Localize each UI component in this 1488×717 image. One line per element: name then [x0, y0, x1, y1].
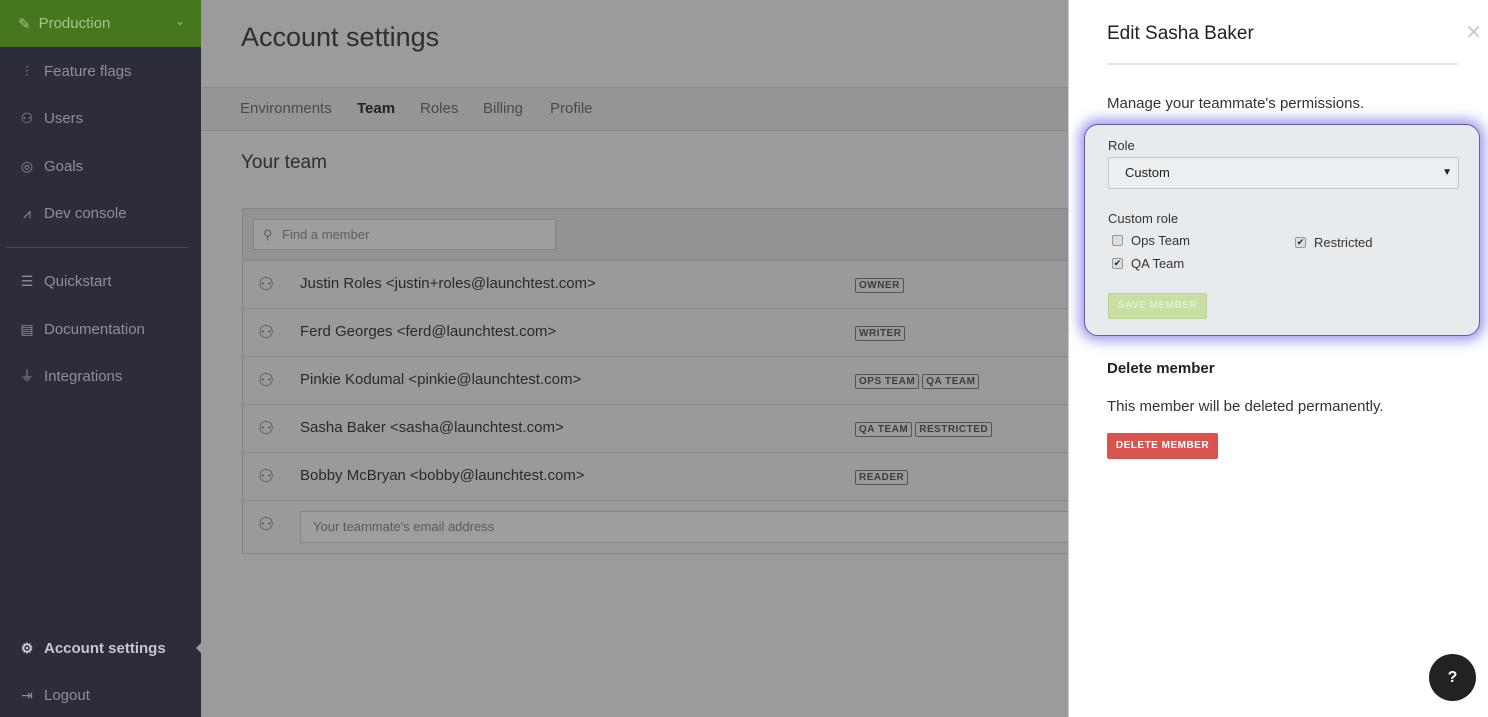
leaf-icon: ✎: [18, 15, 31, 33]
delete-heading: Delete member: [1107, 360, 1215, 377]
environment-label: Production: [38, 15, 111, 32]
checkbox-ops-team[interactable]: Ops Team: [1112, 233, 1190, 248]
edit-member-panel: Edit Sasha Baker ✕ Manage your teammate'…: [1068, 0, 1488, 717]
user-icon: ⚇: [258, 322, 275, 342]
sidebar-item-users[interactable]: ⚇ Users: [0, 103, 201, 133]
environment-selector[interactable]: ✎ Production ⌄: [0, 0, 201, 47]
member-name: Sasha Baker <sasha@launchtest.com>: [300, 419, 564, 436]
team-table: ⚲ Find a member ⚇ Justin Roles <justin+rol…: [242, 208, 1080, 554]
delete-description: This member will be deleted permanently.: [1107, 398, 1384, 415]
invite-email-input[interactable]: Your teammate's email address: [300, 511, 1080, 543]
role-badge: RESTRICTED: [915, 422, 993, 437]
logout-icon: ⇥: [21, 686, 33, 703]
gear-icon: ⚙: [20, 639, 34, 656]
role-label: Role: [1108, 138, 1135, 153]
checkbox-icon: [1112, 235, 1123, 246]
sidebar-divider: [6, 247, 188, 248]
table-row[interactable]: ⚇ Justin Roles <justin+roles@launchtest.c…: [243, 261, 1071, 309]
sidebar-item-account-settings[interactable]: ⚙ Account settings: [0, 633, 201, 663]
sidebar-item-documentation[interactable]: ▤ Documentation: [0, 314, 201, 344]
member-search-input[interactable]: ⚲ Find a member: [253, 219, 556, 250]
sidebar-item-label: Dev console: [44, 204, 127, 222]
sidebar-item-label: Quickstart: [44, 272, 112, 290]
pulse-icon: ⩘: [23, 204, 31, 221]
role-badge: QA TEAM: [855, 422, 913, 437]
user-icon: ⚇: [258, 370, 275, 390]
member-name: Pinkie Kodumal <pinkie@launchtest.com>: [300, 371, 582, 388]
sidebar-item-label: Logout: [44, 686, 90, 704]
help-chat-button[interactable]: ?: [1429, 654, 1476, 701]
close-icon[interactable]: ✕: [1465, 20, 1482, 45]
checkbox-label: Ops Team: [1131, 233, 1191, 248]
sidebar-item-integrations[interactable]: ⏚ Integrations: [0, 361, 201, 391]
panel-title: Edit Sasha Baker: [1107, 23, 1254, 44]
role-select[interactable]: Custom ▼: [1108, 157, 1459, 189]
chevron-down-icon: ⌄: [174, 14, 185, 28]
checkbox-label: QA Team: [1131, 256, 1185, 271]
page-title: Account settings: [241, 22, 440, 52]
sidebar-item-logout[interactable]: ⇥ Logout: [0, 680, 201, 710]
sidebar-item-label: Goals: [44, 157, 84, 175]
caret-down-icon: ▼: [1442, 167, 1452, 178]
invite-row: ⚇ Your teammate's email address: [243, 501, 1080, 549]
role-badge: OWNER: [855, 278, 904, 293]
sidebar-item-label: Users: [44, 109, 84, 127]
book-icon: ▤: [20, 320, 34, 337]
role-value: Custom: [1125, 165, 1170, 180]
checkbox-qa-team[interactable]: ✔ QA Team: [1112, 256, 1184, 271]
sidebar-item-dev-console[interactable]: ⩘ Dev console: [0, 198, 201, 228]
permissions-card: Role Custom ▼ Custom role Ops Team ✔ QA Te…: [1084, 124, 1480, 336]
delete-member-button[interactable]: DELETE MEMBER: [1107, 433, 1218, 459]
sliders-icon: ⫶: [25, 62, 29, 79]
help-icon: ?: [1447, 669, 1458, 686]
table-row[interactable]: ⚇ Pinkie Kodumal <pinkie@launchtest.com> O…: [243, 357, 1071, 405]
sidebar: ✎ Production ⌄ ⫶ Feature flags ⚇ Users ◎ Goals ⩘…: [0, 0, 202, 717]
table-row[interactable]: ⚇ Bobby McBryan <bobby@launchtest.com> REA…: [243, 453, 1071, 501]
plug-icon: ⏚: [20, 368, 34, 384]
target-icon: ◎: [20, 157, 34, 174]
checkmark-icon: ✔: [1112, 258, 1123, 269]
checkbox-restricted[interactable]: ✔ Restricted: [1295, 235, 1373, 250]
table-row[interactable]: ⚇ Sasha Baker <sasha@launchtest.com> QA TE…: [243, 405, 1071, 453]
sidebar-item-label: Feature flags: [44, 62, 132, 80]
panel-description: Manage your teammate's permissions.: [1107, 95, 1365, 112]
tab-environments[interactable]: Environments: [240, 100, 332, 117]
signpost-icon: ☰: [20, 272, 34, 289]
member-name: Justin Roles <justin+roles@launchtest.co…: [300, 275, 596, 292]
member-name: Ferd Georges <ferd@launchtest.com>: [300, 323, 557, 340]
user-icon: ⚇: [258, 274, 275, 294]
search-icon: ⚲: [263, 227, 273, 242]
role-badge: QA TEAM: [922, 374, 980, 389]
main-content: Account settings Environments Team Roles Bi…: [201, 0, 1080, 717]
sidebar-item-goals[interactable]: ◎ Goals: [0, 151, 201, 181]
checkmark-icon: ✔: [1295, 237, 1306, 248]
sidebar-item-label: Integrations: [44, 367, 123, 385]
save-member-button[interactable]: SAVE MEMBER: [1108, 293, 1207, 319]
title-divider: [1107, 63, 1458, 65]
tab-profile[interactable]: Profile: [550, 100, 593, 117]
users-icon: ⚇: [20, 109, 34, 126]
section-title: Your team: [241, 152, 327, 173]
tab-roles[interactable]: Roles: [420, 100, 458, 117]
sidebar-item-quickstart[interactable]: ☰ Quickstart: [0, 266, 201, 296]
role-badge: READER: [855, 470, 909, 485]
user-icon: ⚇: [258, 418, 275, 438]
tab-team[interactable]: Team: [357, 100, 395, 117]
tab-bar: Environments Team Roles Billing Profile: [201, 87, 1068, 131]
sidebar-item-label: Account settings: [44, 639, 166, 657]
tab-billing[interactable]: Billing: [483, 100, 523, 117]
checkbox-label: Restricted: [1314, 235, 1373, 250]
sidebar-item-feature-flags[interactable]: ⫶ Feature flags: [0, 56, 201, 86]
custom-role-label: Custom role: [1108, 211, 1179, 226]
sidebar-item-label: Documentation: [44, 320, 145, 338]
member-name: Bobby McBryan <bobby@launchtest.com>: [300, 467, 585, 484]
role-badge: WRITER: [855, 326, 906, 341]
user-icon: ⚇: [258, 514, 275, 534]
role-badge: OPS TEAM: [855, 374, 920, 389]
table-row[interactable]: ⚇ Ferd Georges <ferd@launchtest.com> WRITE…: [243, 309, 1071, 357]
search-placeholder: Find a member: [282, 227, 370, 242]
user-icon: ⚇: [258, 466, 275, 486]
